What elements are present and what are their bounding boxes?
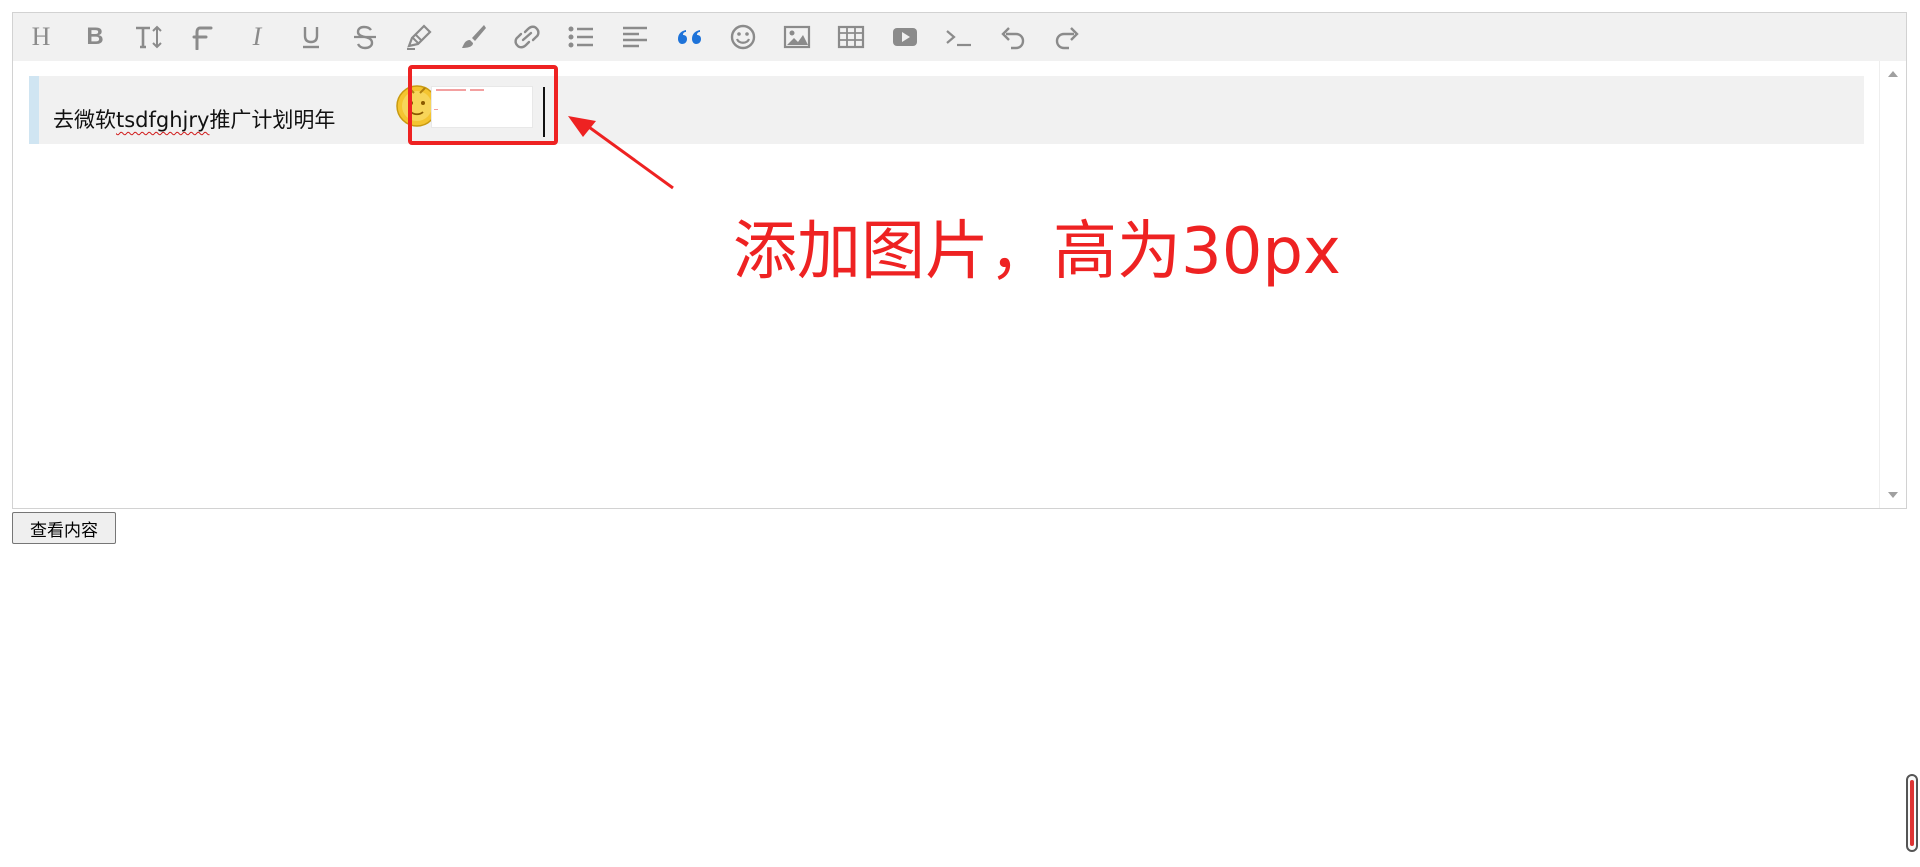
head-icon[interactable]: H [22,20,60,54]
annotation-text: 添加图片，高为30px [733,215,1341,289]
link-icon[interactable] [508,20,546,54]
undo-icon[interactable] [994,20,1032,54]
editor-toolbar: H B I [13,13,1906,62]
image-icon[interactable] [778,20,816,54]
highlight-box [408,65,558,145]
italic-icon[interactable]: I [238,20,276,54]
editor-scrollbar[interactable] [1879,61,1906,508]
fore-color-icon[interactable] [400,20,438,54]
table-icon[interactable] [832,20,870,54]
quote-icon[interactable] [670,20,708,54]
view-content-button[interactable]: 查看内容 [12,512,116,544]
scroll-thumb[interactable] [1910,780,1914,846]
video-icon[interactable] [886,20,924,54]
underline-icon[interactable] [292,20,330,54]
quote-text: 去微软tsdfghjry推广计划明年 [53,108,336,132]
strikethrough-icon[interactable] [346,20,384,54]
annotation-arrow [568,116,674,190]
scroll-up-icon[interactable] [1887,69,1899,79]
list-icon[interactable] [562,20,600,54]
blockquote[interactable]: 去微软tsdfghjry推广计划明年 [29,76,1864,144]
bold-icon[interactable]: B [76,20,114,54]
misspelled-word: tsdfghjry [116,108,210,132]
page-scrollbar[interactable] [1906,774,1918,852]
redo-icon[interactable] [1048,20,1086,54]
back-color-icon[interactable] [454,20,492,54]
emoticon-icon[interactable] [724,20,762,54]
justify-icon[interactable] [616,20,654,54]
font-name-icon[interactable] [184,20,222,54]
scroll-down-icon[interactable] [1887,490,1899,500]
code-icon[interactable] [940,20,978,54]
font-size-icon[interactable] [130,20,168,54]
